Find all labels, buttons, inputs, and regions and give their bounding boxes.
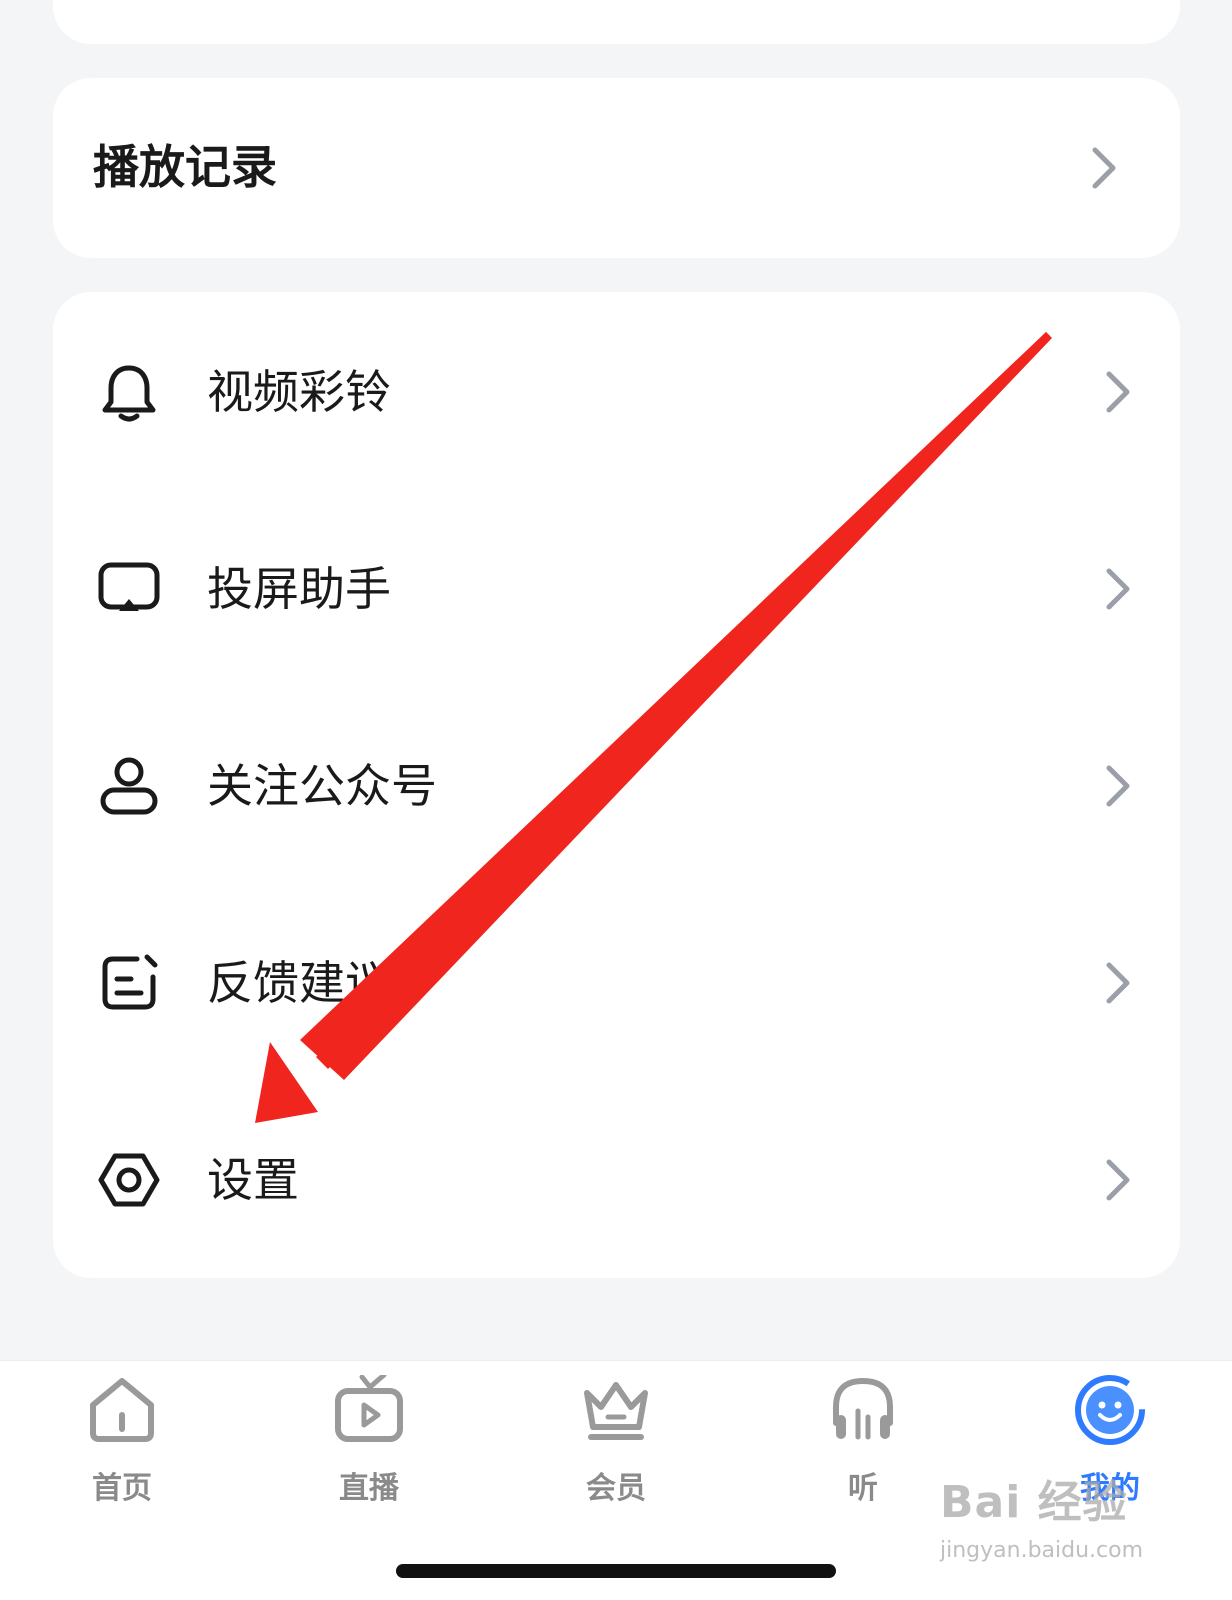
chevron-right-icon [1103, 567, 1133, 611]
person-icon [97, 754, 161, 818]
menu-item-video-ringtone[interactable]: 视频彩铃 [53, 292, 1180, 489]
tab-label: 直播 [339, 1471, 399, 1506]
home-icon [87, 1375, 157, 1445]
tab-vip[interactable]: 会员 [546, 1375, 686, 1506]
chevron-right-icon [1103, 370, 1133, 414]
tab-label: 会员 [586, 1471, 646, 1506]
menu-item-settings[interactable]: 设置 [53, 1080, 1180, 1277]
menu-card: 视频彩铃 投屏助手 关注公众号 反馈建议 设置 [53, 292, 1180, 1278]
profile-screen: 播放记录 视频彩铃 投屏助手 关注公众号 反馈建议 设置 首页 直播 会员 听 … [0, 0, 1232, 1600]
menu-item-screen-cast[interactable]: 投屏助手 [53, 489, 1180, 686]
chevron-right-icon [1103, 764, 1133, 808]
profile-face-icon [1075, 1375, 1145, 1445]
chevron-right-icon [1103, 961, 1133, 1005]
menu-item-feedback[interactable]: 反馈建议 [53, 883, 1180, 1080]
history-title: 播放记录 [93, 140, 277, 194]
tab-label: 首页 [92, 1471, 152, 1506]
menu-item-follow-account[interactable]: 关注公众号 [53, 686, 1180, 883]
settings-hexagon-icon [97, 1148, 161, 1212]
menu-item-label: 反馈建议 [207, 956, 391, 1010]
tab-home[interactable]: 首页 [52, 1375, 192, 1506]
menu-item-label: 视频彩铃 [207, 365, 391, 419]
tab-listen[interactable]: 听 [793, 1375, 933, 1506]
watermark-brand: Bai 经验 [940, 1477, 1128, 1528]
history-card[interactable]: 播放记录 [53, 78, 1180, 258]
headphones-icon [828, 1375, 898, 1445]
menu-item-label: 关注公众号 [207, 759, 437, 813]
home-indicator[interactable] [396, 1564, 836, 1578]
feedback-edit-icon [97, 951, 161, 1015]
cast-screen-icon [97, 557, 161, 621]
chevron-right-icon [1089, 146, 1119, 190]
watermark-url: jingyan.baidu.com [940, 1538, 1144, 1563]
crown-icon [581, 1375, 651, 1445]
tab-label: 听 [848, 1471, 878, 1506]
top-card-partial [53, 0, 1180, 44]
menu-item-label: 设置 [207, 1153, 299, 1207]
chevron-right-icon [1103, 1158, 1133, 1202]
tab-live[interactable]: 直播 [299, 1372, 439, 1506]
menu-item-label: 投屏助手 [207, 562, 391, 616]
bell-icon [97, 360, 161, 424]
tv-live-icon [334, 1372, 404, 1445]
baidu-jingyan-watermark: Bai 经验 jingyan.baidu.com [940, 1466, 1190, 1586]
